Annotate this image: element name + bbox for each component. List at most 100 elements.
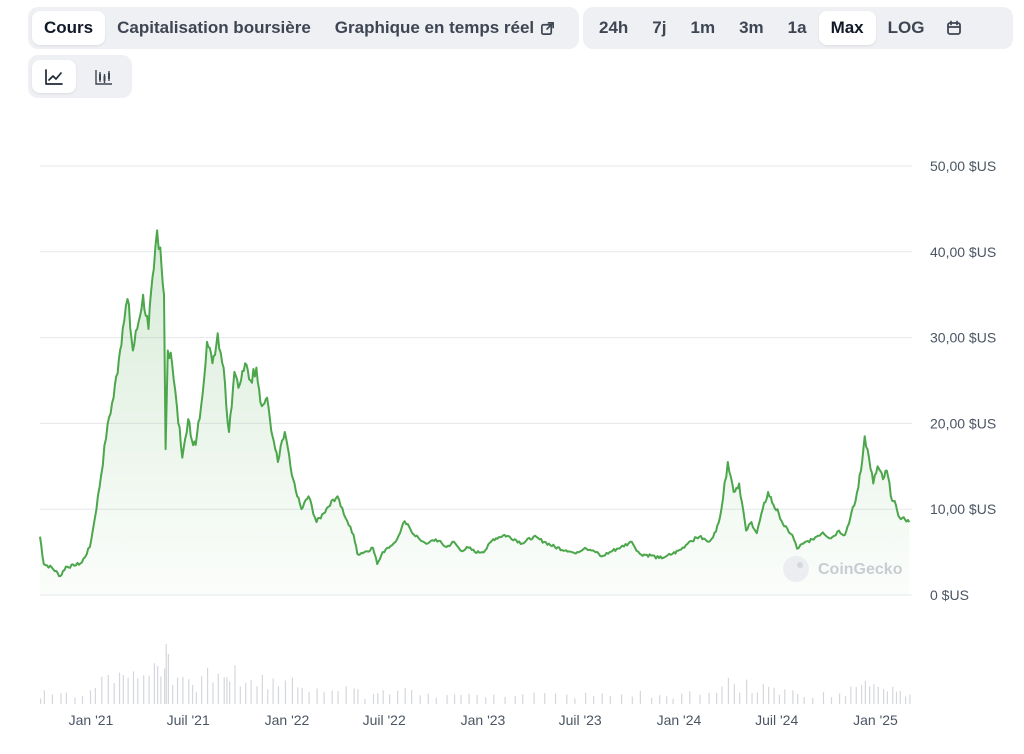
data-point (830, 537, 832, 539)
volume-bar (137, 678, 139, 704)
data-point (882, 478, 884, 480)
volume-bar (554, 693, 557, 704)
data-point (59, 575, 61, 577)
volume-bar (122, 675, 124, 704)
data-point (132, 349, 134, 351)
volume-bar (148, 675, 150, 704)
data-point (291, 474, 293, 476)
volume-bar (855, 687, 857, 704)
volume-bar (195, 691, 197, 704)
data-point (600, 555, 602, 557)
data-point (239, 384, 241, 386)
data-point (554, 546, 556, 548)
data-point (898, 517, 900, 519)
data-point (767, 491, 769, 493)
volume-bar (107, 675, 109, 704)
volume-bar (639, 690, 641, 704)
volume-bar (411, 690, 413, 704)
data-point (762, 508, 764, 510)
x-tick-label: Jan '24 (657, 712, 702, 728)
data-point (225, 405, 227, 407)
volume-bar (716, 692, 718, 704)
data-point (112, 396, 114, 398)
volume-bar (485, 697, 487, 704)
data-point (228, 431, 230, 433)
data-point (206, 341, 208, 343)
volume-bar (157, 666, 159, 704)
volume-bar (593, 695, 595, 704)
data-point (403, 520, 405, 522)
data-point (388, 547, 390, 549)
volume-bar (574, 698, 576, 704)
volume-bar (223, 677, 225, 704)
data-point (802, 542, 804, 544)
volume-bar (476, 694, 478, 704)
volume-bar (892, 686, 894, 704)
data-point (51, 566, 53, 568)
volume-bar (651, 697, 653, 704)
data-point (191, 439, 193, 441)
volume-bar (830, 697, 833, 704)
volume-bar (382, 690, 384, 704)
volume-bar (869, 686, 871, 704)
data-point (467, 547, 469, 549)
volume-bar (883, 689, 885, 704)
volume-bar (899, 690, 901, 704)
x-tick-label: Jan '21 (69, 712, 114, 728)
volume-bar (74, 697, 76, 704)
volume-bar (689, 691, 691, 704)
volume-bar (337, 691, 339, 704)
data-point (868, 457, 870, 459)
data-point (756, 532, 758, 534)
volume-bar (419, 695, 421, 704)
data-point (688, 541, 690, 543)
data-point (352, 534, 354, 536)
volume-bar (308, 691, 310, 704)
volume-bar (773, 687, 775, 704)
data-point (608, 551, 610, 553)
x-tick-label: Jan '22 (265, 712, 310, 728)
data-point (266, 396, 268, 398)
volume-bar (784, 689, 786, 704)
volume-bar (40, 698, 42, 704)
coingecko-logo-eye (797, 562, 803, 568)
volume-bar (357, 689, 359, 704)
volume-bar (43, 690, 45, 704)
data-point (513, 538, 515, 540)
data-point (459, 549, 461, 551)
volume-bar (739, 692, 741, 704)
data-point (620, 546, 622, 548)
volume-bar (504, 696, 506, 704)
coingecko-logo-icon (783, 556, 809, 582)
volume-bar (533, 692, 535, 704)
volume-bar (234, 665, 236, 704)
volume-bar (167, 653, 169, 704)
volume-bar (812, 697, 814, 704)
data-point (300, 508, 302, 510)
data-point (543, 541, 545, 543)
y-tick-label: 10,00 $US (930, 501, 996, 517)
volume-bar (364, 698, 366, 704)
x-tick-label: Juil '22 (363, 712, 406, 728)
x-tick-label: Juil '24 (755, 712, 798, 728)
data-point (410, 529, 412, 531)
volume-bar (272, 678, 274, 704)
volume-bar (250, 680, 252, 704)
data-point (876, 465, 878, 467)
volume-bar (331, 690, 333, 704)
volume-bar (768, 686, 770, 704)
data-point (211, 362, 213, 364)
data-point (886, 469, 888, 471)
volume-bar (277, 686, 280, 704)
data-point (163, 294, 165, 296)
data-point (811, 538, 813, 540)
volume-bar (113, 682, 115, 704)
data-point (261, 405, 263, 407)
data-point (233, 371, 235, 373)
x-axis: Jan '21 Juil '21 Jan '22 Juil '22 Jan '23 Jui… (69, 712, 898, 728)
volume-bar (188, 679, 190, 704)
data-point (381, 551, 383, 553)
volume-bar (291, 677, 294, 704)
data-point (872, 482, 874, 484)
data-point (665, 555, 667, 557)
